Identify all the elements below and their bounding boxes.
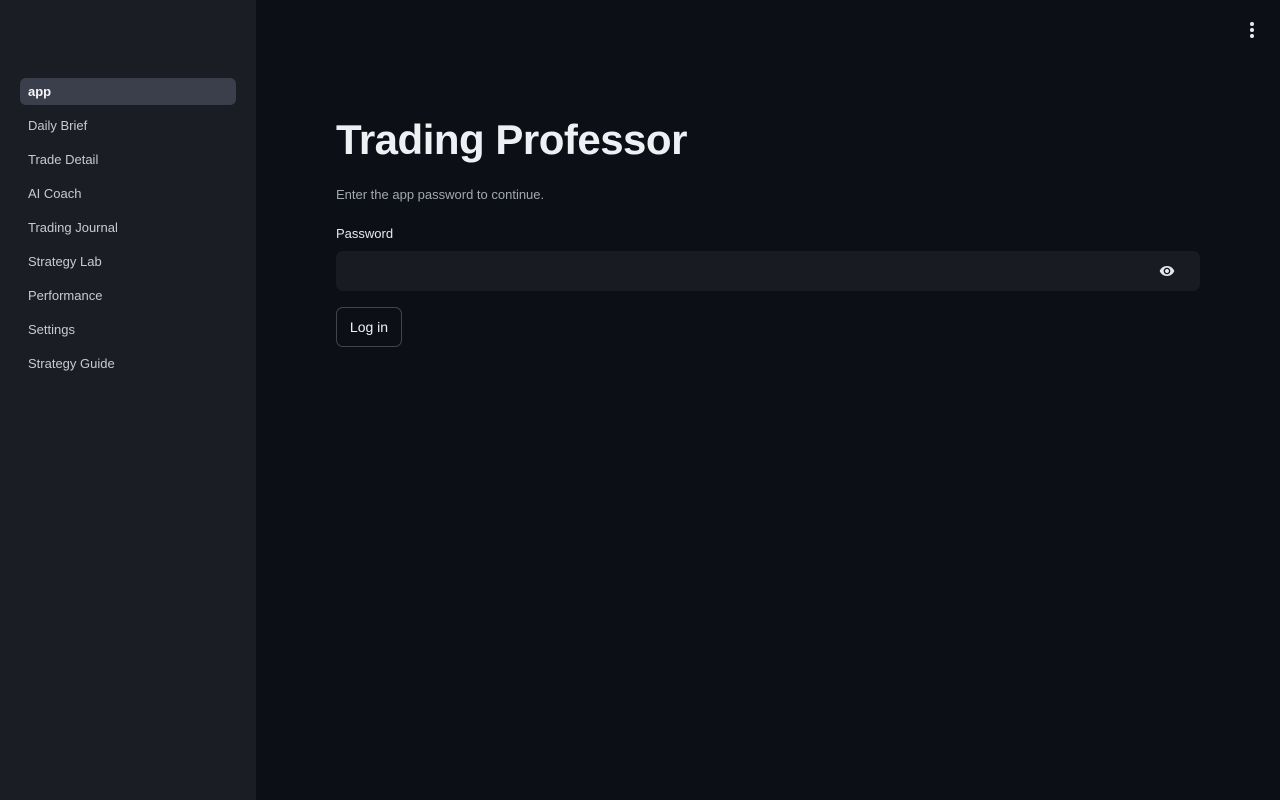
sidebar-item-daily-brief[interactable]: Daily Brief: [20, 112, 236, 139]
menu-dot: [1250, 22, 1254, 26]
sidebar-item-label: Settings: [28, 322, 75, 337]
sidebar-item-strategy-guide[interactable]: Strategy Guide: [20, 350, 236, 377]
eye-icon[interactable]: [1157, 263, 1177, 279]
sidebar-item-label: AI Coach: [28, 186, 82, 201]
sidebar-item-label: Performance: [28, 288, 103, 303]
sidebar-item-app[interactable]: app: [20, 78, 236, 105]
sidebar-item-label: Strategy Guide: [28, 356, 115, 371]
menu-dot: [1250, 28, 1254, 32]
sidebar-item-performance[interactable]: Performance: [20, 282, 236, 309]
sidebar: app Daily Brief Trade Detail AI Coach Tr…: [0, 0, 256, 800]
sidebar-item-trading-journal[interactable]: Trading Journal: [20, 214, 236, 241]
sidebar-item-strategy-lab[interactable]: Strategy Lab: [20, 248, 236, 275]
page-subtitle: Enter the app password to continue.: [336, 187, 545, 202]
sidebar-item-label: app: [28, 84, 52, 99]
page-title: Trading Professor: [336, 116, 687, 163]
password-input[interactable]: [336, 251, 1200, 291]
sidebar-item-label: Trading Journal: [28, 220, 118, 235]
password-field: [336, 251, 1200, 291]
password-label: Password: [336, 226, 394, 241]
login-button[interactable]: Log in: [336, 307, 402, 347]
sidebar-item-ai-coach[interactable]: AI Coach: [20, 180, 236, 207]
more-vertical-icon[interactable]: [1244, 20, 1260, 40]
sidebar-item-settings[interactable]: Settings: [20, 316, 236, 343]
sidebar-item-label: Daily Brief: [28, 118, 88, 133]
sidebar-nav: app Daily Brief Trade Detail AI Coach Tr…: [20, 78, 236, 384]
sidebar-item-trade-detail[interactable]: Trade Detail: [20, 146, 236, 173]
sidebar-item-label: Strategy Lab: [28, 254, 102, 269]
sidebar-item-label: Trade Detail: [28, 152, 99, 167]
menu-dot: [1250, 34, 1254, 38]
